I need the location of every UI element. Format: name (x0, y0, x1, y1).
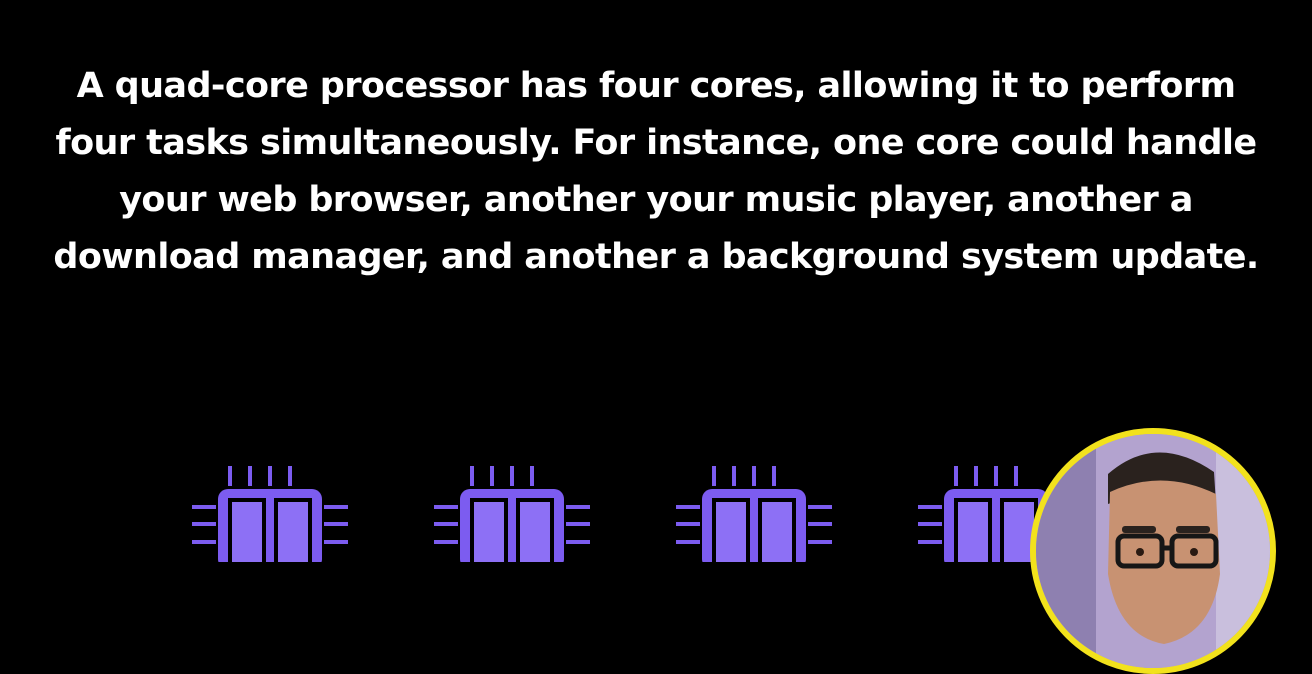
caption-text: A quad-core processor has four cores, al… (53, 66, 1259, 277)
cpu-chip-icon (674, 462, 834, 562)
cpu-chip-icon (190, 462, 350, 562)
presenter-avatar (1036, 434, 1270, 668)
cpu-chip-icon (432, 462, 592, 562)
presenter-webcam (1030, 428, 1276, 674)
